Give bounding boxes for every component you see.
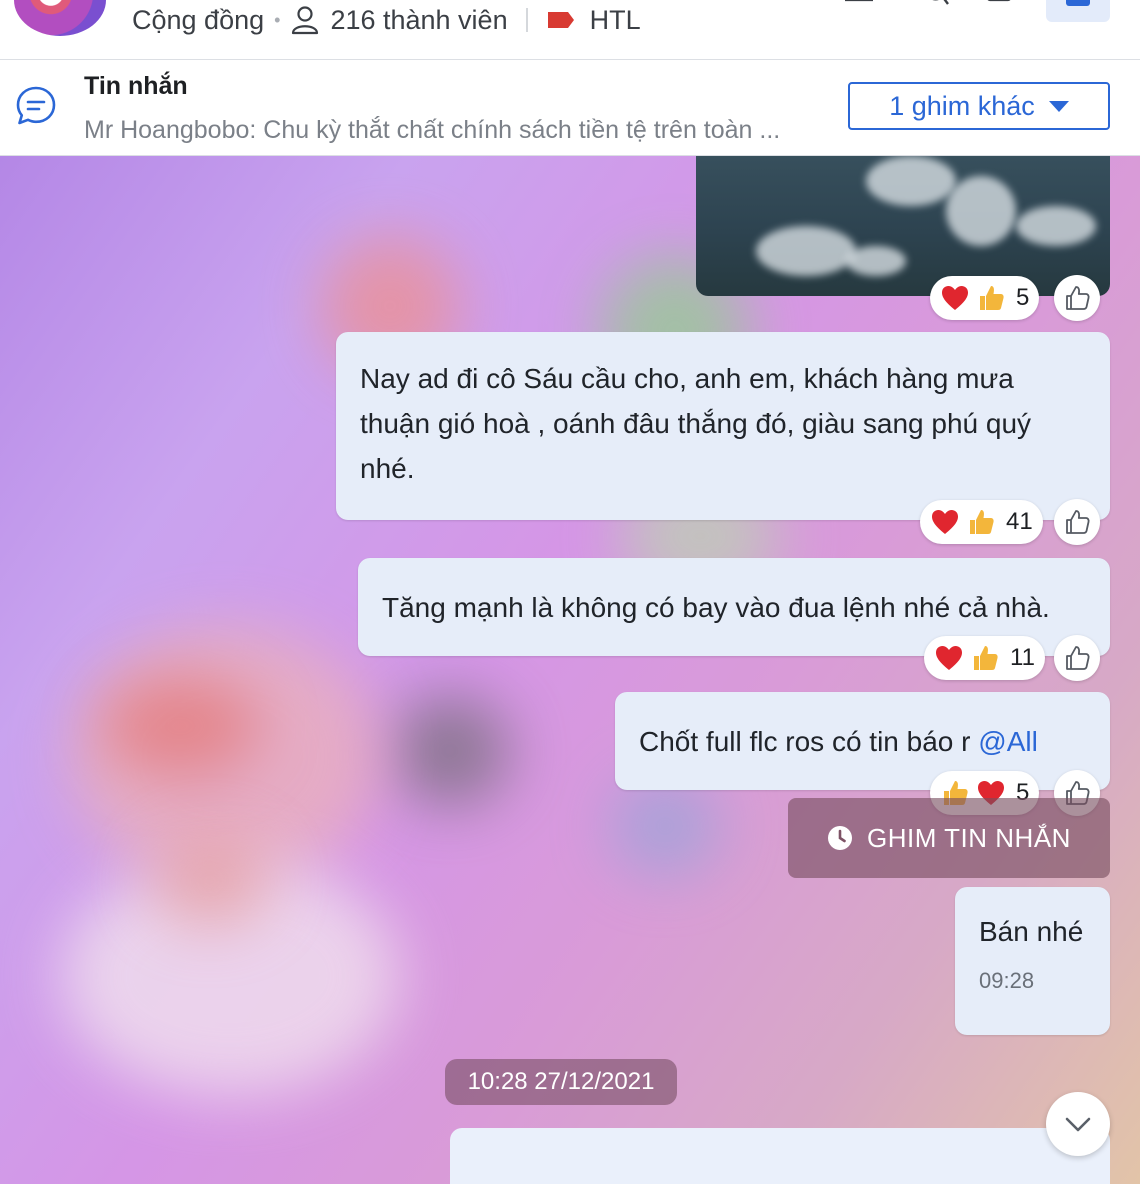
window-edge bbox=[1140, 0, 1144, 1188]
background-blur bbox=[150, 836, 270, 926]
message-bubble[interactable]: Bán nhé 09:28 bbox=[955, 887, 1110, 1035]
scroll-down-button[interactable] bbox=[1046, 1092, 1110, 1156]
image-message[interactable] bbox=[696, 156, 1110, 296]
cloud bbox=[866, 156, 956, 206]
reaction-summary[interactable]: 5 bbox=[930, 276, 1040, 320]
group-tag[interactable]: HTL bbox=[590, 5, 641, 36]
like-button[interactable] bbox=[1054, 275, 1100, 321]
group-meta: Cộng đồng • 216 thành viên HTL bbox=[132, 4, 641, 36]
message-bubble[interactable] bbox=[450, 1128, 1110, 1184]
divider bbox=[525, 8, 528, 32]
pinned-title: Tin nhắn bbox=[84, 72, 188, 100]
reaction-count: 5 bbox=[1016, 284, 1030, 311]
add-member-icon[interactable] bbox=[842, 0, 876, 8]
tag-icon bbox=[547, 12, 574, 28]
message-icon bbox=[16, 86, 56, 125]
pinned-message-bar[interactable]: Tin nhắn Mr Hoangbobo: Chu kỳ thắt chất … bbox=[0, 60, 1140, 156]
thumbs-up-outline-icon bbox=[1066, 510, 1090, 534]
person-icon bbox=[292, 6, 319, 35]
background-blur bbox=[390, 696, 510, 806]
chat-area[interactable]: 5 Nay ad đi cô Sáu cầu cho, anh em, khác… bbox=[0, 156, 1140, 1184]
reaction-summary[interactable]: 11 bbox=[924, 636, 1045, 680]
search-icon[interactable] bbox=[918, 0, 952, 8]
message-text: Bán nhé bbox=[979, 916, 1084, 947]
like-button[interactable] bbox=[1054, 635, 1100, 681]
heart-icon bbox=[942, 286, 968, 310]
thumbs-up-icon bbox=[970, 510, 994, 534]
thumbs-up-icon bbox=[974, 646, 998, 670]
more-pins-label: 1 ghim khác bbox=[889, 90, 1035, 121]
message-text: Nay ad đi cô Sáu cầu cho, anh em, khách … bbox=[360, 363, 1032, 484]
pin-notice-text: GHIM TIN NHẮN bbox=[867, 822, 1071, 853]
background-blur bbox=[610, 776, 720, 876]
chat-header: Cộng đồng • 216 thành viên HTL bbox=[0, 0, 1140, 60]
message-bubble[interactable]: Nay ad đi cô Sáu cầu cho, anh em, khách … bbox=[336, 332, 1110, 520]
thumbs-up-outline-icon bbox=[1066, 286, 1090, 310]
message-bubble[interactable]: Chốt full flc ros có tin báo r @All bbox=[615, 692, 1110, 790]
pinned-preview[interactable]: Mr Hoangbobo: Chu kỳ thắt chất chính sác… bbox=[84, 116, 780, 145]
heart-icon bbox=[932, 510, 958, 534]
background-blur bbox=[100, 676, 260, 776]
reaction-count: 41 bbox=[1006, 508, 1033, 535]
message-text: Chốt full flc ros có tin báo r bbox=[639, 725, 979, 757]
cloud bbox=[1016, 206, 1096, 246]
panel-icon bbox=[1066, 0, 1090, 6]
date-separator: 10:28 27/12/2021 bbox=[445, 1059, 677, 1105]
chevron-down-icon bbox=[1065, 1117, 1091, 1132]
member-count[interactable]: 216 thành viên bbox=[330, 5, 507, 36]
heart-icon bbox=[936, 646, 962, 670]
pin-notice[interactable]: GHIM TIN NHẮN bbox=[788, 798, 1110, 878]
cloud bbox=[756, 226, 856, 276]
call-icon[interactable] bbox=[982, 0, 1016, 8]
group-avatar[interactable] bbox=[14, 0, 106, 36]
caret-down-icon bbox=[1048, 100, 1069, 112]
community-label: Cộng đồng bbox=[132, 4, 265, 35]
reaction-count: 11 bbox=[1010, 644, 1035, 671]
cloud bbox=[946, 176, 1016, 246]
more-pins-button[interactable]: 1 ghim khác bbox=[848, 82, 1110, 130]
mention-tag[interactable]: @All bbox=[978, 719, 1038, 764]
reaction-summary[interactable]: 41 bbox=[920, 500, 1043, 544]
message-time: 09:28 bbox=[979, 968, 1035, 993]
thumbs-up-icon bbox=[980, 286, 1004, 310]
cloud bbox=[846, 246, 906, 276]
info-panel-button[interactable] bbox=[1046, 0, 1110, 22]
separator-dot: • bbox=[274, 9, 281, 30]
clock-icon bbox=[828, 826, 853, 850]
thumbs-up-outline-icon bbox=[1066, 646, 1090, 670]
like-button[interactable] bbox=[1054, 499, 1100, 545]
message-text: Tăng mạnh là không có bay vào đua lệnh n… bbox=[382, 591, 1050, 623]
